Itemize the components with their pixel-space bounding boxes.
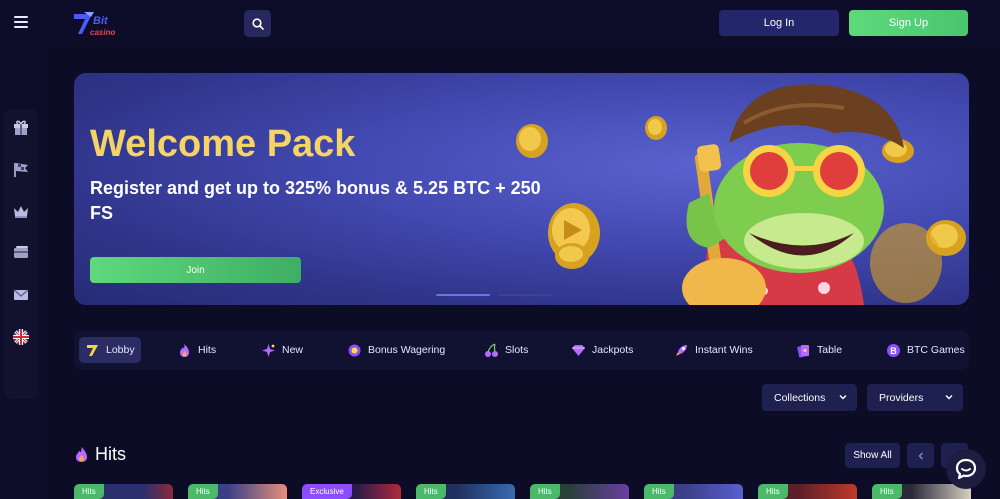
card-badge: Hits: [530, 484, 560, 499]
tab-lobby[interactable]: Lobby: [79, 337, 141, 363]
tab-table[interactable]: Table: [796, 337, 842, 363]
tab-btc-games[interactable]: B BTC Games: [886, 337, 965, 363]
rocket-icon: [676, 344, 687, 356]
category-tabs: Lobby Hits New Bonus Wagering Slots Jack…: [74, 330, 969, 370]
svg-text:casino: casino: [90, 28, 115, 37]
banner-subtitle: Register and get up to 325% bonus & 5.25…: [90, 178, 541, 223]
game-card[interactable]: Hits: [416, 484, 515, 499]
mail-icon[interactable]: [12, 286, 30, 304]
svg-text:B: B: [890, 345, 897, 355]
card-badge: Hits: [416, 484, 446, 499]
chevron-down-icon: [945, 395, 953, 400]
svg-text:Bit: Bit: [93, 15, 109, 27]
chevron-left-icon: [918, 452, 923, 459]
game-card[interactable]: Hits: [644, 484, 743, 499]
search-button[interactable]: [244, 10, 271, 37]
sparkle-star-icon: [262, 343, 275, 357]
tab-label: Jackpots: [592, 344, 634, 356]
tab-label: Slots: [505, 344, 529, 356]
tab-label: Hits: [198, 344, 217, 356]
tab-label: Lobby: [106, 344, 135, 356]
game-card[interactable]: Hits: [74, 484, 173, 499]
gift-icon[interactable]: [12, 118, 30, 136]
tab-instant-wins[interactable]: Instant Wins: [674, 337, 753, 363]
collections-label: Collections: [774, 391, 826, 404]
chat-icon: [955, 458, 977, 480]
collections-select[interactable]: Collections: [762, 384, 857, 411]
live-chat-button[interactable]: [946, 449, 986, 489]
card-badge: Hits: [644, 484, 674, 499]
tab-label: Table: [817, 344, 843, 356]
bitcasino-logo-icon: [87, 344, 98, 356]
uk-flag-icon[interactable]: [12, 328, 30, 346]
coin-icon: [516, 124, 548, 158]
card-badge: Exclusive: [302, 484, 352, 499]
bitcasino-logo[interactable]: Bit casino: [72, 8, 120, 40]
card-badge: Hits: [872, 484, 902, 499]
tab-label: Instant Wins: [695, 344, 753, 356]
game-card[interactable]: Exclusive: [302, 484, 401, 499]
signup-button[interactable]: Sign Up: [849, 10, 968, 36]
card-badge: Hits: [74, 484, 104, 499]
fire-icon: [76, 447, 87, 462]
chevron-down-icon: [839, 395, 847, 400]
diamond-icon: [572, 344, 585, 356]
frog-guitar-illustration: [516, 84, 966, 305]
bonus-ring-icon: [348, 344, 361, 356]
fire-icon: [180, 343, 189, 357]
providers-select[interactable]: Providers: [867, 384, 963, 411]
game-card[interactable]: Hits: [758, 484, 857, 499]
join-button[interactable]: Join: [90, 257, 301, 283]
prev-button[interactable]: [907, 443, 934, 468]
tab-hits[interactable]: Hits: [177, 337, 216, 363]
search-icon: [251, 17, 264, 30]
card-badge: Hits: [758, 484, 788, 499]
section-title: Hits: [74, 444, 126, 465]
tab-label: Bonus Wagering: [368, 344, 446, 356]
game-card[interactable]: Hits: [530, 484, 629, 499]
tab-label: New: [282, 344, 304, 356]
cherries-icon: [485, 342, 498, 357]
left-sidebar: [0, 47, 42, 499]
tab-jackpots[interactable]: Jackpots: [571, 337, 633, 363]
tab-new[interactable]: New: [261, 337, 303, 363]
crown-icon[interactable]: [12, 202, 30, 220]
cards-icon: [797, 344, 809, 358]
bitcoin-icon: B: [887, 343, 900, 357]
racing-flag-icon[interactable]: [12, 160, 30, 178]
tab-slots[interactable]: Slots: [484, 337, 528, 363]
welcome-banner[interactable]: Welcome Pack Register and get up to 325%…: [74, 73, 969, 305]
banner-title: Welcome Pack: [90, 123, 356, 165]
top-header: Bit casino Log In Sign Up: [0, 0, 1000, 47]
card-badge: Hits: [188, 484, 218, 499]
show-all-button[interactable]: Show All: [845, 443, 900, 468]
tab-label: BTC Games: [907, 344, 965, 356]
providers-label: Providers: [879, 391, 924, 404]
menu-icon[interactable]: [14, 16, 28, 28]
game-card[interactable]: Hits: [188, 484, 287, 499]
section-title-text: Hits: [95, 444, 126, 464]
card-icon[interactable]: [12, 244, 30, 262]
tab-bonus-wagering[interactable]: Bonus Wagering: [347, 337, 445, 363]
carousel-dot-active[interactable]: [436, 294, 490, 296]
login-button[interactable]: Log In: [719, 10, 839, 36]
